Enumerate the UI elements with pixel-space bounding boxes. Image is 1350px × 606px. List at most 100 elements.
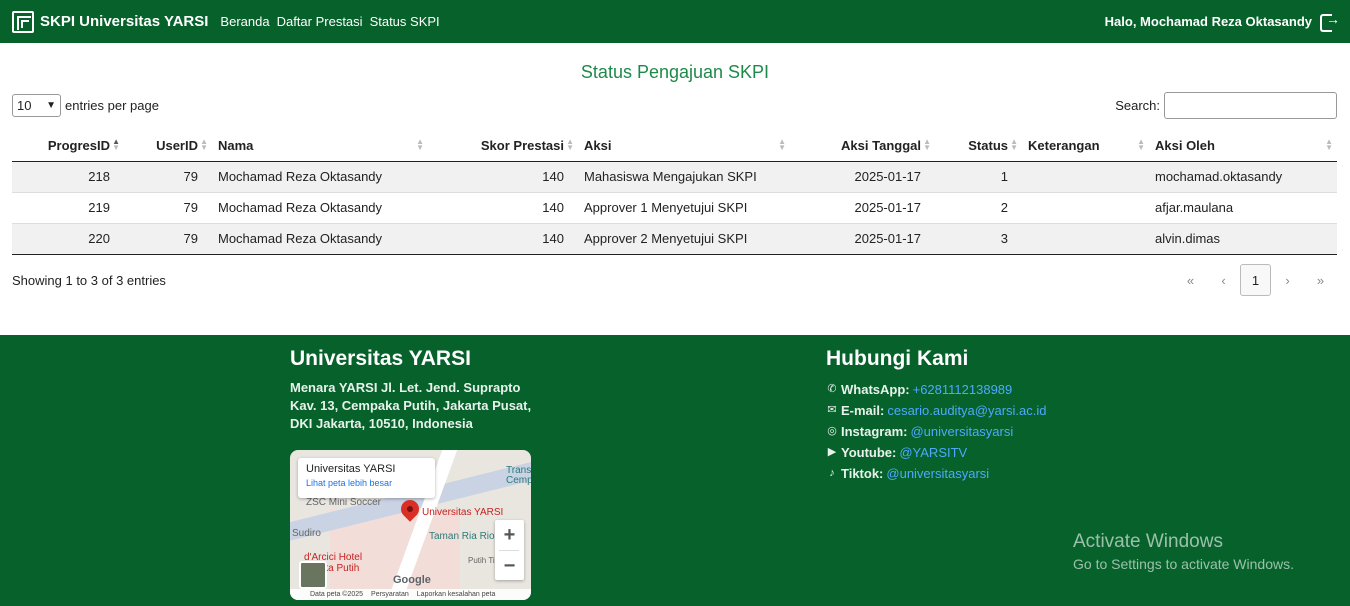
footer-university-title: Universitas YARSI <box>290 347 471 370</box>
chevron-down-icon: ▼ <box>46 100 56 111</box>
map-data-credit: Data peta ©2025 <box>310 591 364 598</box>
map-report-link[interactable]: Laporkan kesalahan peta <box>417 591 496 598</box>
map-label: Taman Ria Rio <box>429 531 495 542</box>
column-header-keterangan[interactable]: Keterangan ▲ ▼ <box>1022 130 1149 162</box>
next-page-button[interactable]: › <box>1271 264 1304 296</box>
table-row: 220 79 Mochamad Reza Oktasandy 140 Appro… <box>12 223 1337 255</box>
embedded-map[interactable]: ZSC Mini Soccer Taman Ria Rio d'Arcici H… <box>290 450 531 600</box>
nav-link-status-skpi[interactable]: Status SKPI <box>370 14 440 29</box>
map-label: Sudiro <box>292 528 321 539</box>
contact-email: ✉ E-mail: cesario.auditya@yarsi.ac.id <box>826 400 1046 421</box>
nav-links: Beranda Daftar Prestasi Status SKPI <box>220 14 439 29</box>
column-label: Aksi Tanggal <box>841 137 921 153</box>
search-label: Search: <box>1115 98 1160 113</box>
cell-nama: Mochamad Reza Oktasandy <box>212 161 428 193</box>
footer-about: Universitas YARSI Menara YARSI Jl. Let. … <box>290 347 540 433</box>
table-row: 218 79 Mochamad Reza Oktasandy 140 Mahas… <box>12 161 1337 193</box>
map-card-title: Universitas YARSI <box>306 463 396 475</box>
cell-aksi-oleh: alvin.dimas <box>1149 223 1337 255</box>
map-label: Cemp <box>506 475 531 486</box>
cell-userid: 79 <box>124 192 212 224</box>
satellite-toggle-icon[interactable] <box>299 561 327 589</box>
cell-status: 3 <box>935 223 1022 255</box>
column-label: UserID <box>156 137 198 153</box>
previous-page-button[interactable]: ‹ <box>1207 264 1240 296</box>
column-header-progresid[interactable]: ProgresID ▲ ▼ <box>12 130 124 162</box>
zoom-in-button[interactable]: + <box>495 520 524 550</box>
contact-label: WhatsApp: <box>841 382 910 397</box>
page-title: Status Pengajuan SKPI <box>580 62 770 82</box>
column-label: Keterangan <box>1028 137 1100 153</box>
navbar: SKPI Universitas YARSI Beranda Daftar Pr… <box>0 0 1350 43</box>
map-terms-link[interactable]: Persyaratan <box>371 591 409 598</box>
cell-status: 1 <box>935 161 1022 193</box>
youtube-link[interactable]: @YARSITV <box>899 442 967 463</box>
cell-aksi: Approver 1 Menyetujui SKPI <box>578 192 790 224</box>
nav-link-beranda[interactable]: Beranda <box>220 14 269 29</box>
footer-address: Menara YARSI Jl. Let. Jend. Suprapto Kav… <box>290 380 532 431</box>
entries-select-value: 10 <box>17 98 32 113</box>
column-label: ProgresID <box>47 137 110 153</box>
contact-whatsapp: ✆ WhatsApp: +6281112138989 <box>826 379 1047 400</box>
whatsapp-icon: ✆ <box>827 383 837 395</box>
column-header-aksi-oleh[interactable]: Aksi Oleh ▲ ▼ <box>1149 130 1337 162</box>
sort-icon: ▲ ▼ <box>778 137 786 152</box>
instagram-link[interactable]: @universitasyarsi <box>910 421 1013 442</box>
column-label: Nama <box>218 137 254 153</box>
cell-aksi-oleh: mochamad.oktasandy <box>1149 161 1337 193</box>
sort-icon: ▲ ▼ <box>1325 137 1333 152</box>
cell-keterangan <box>1022 223 1149 255</box>
cell-progresid: 220 <box>12 223 124 255</box>
tiktok-link[interactable]: @universitasyarsi <box>886 463 989 484</box>
column-header-aksi[interactable]: Aksi ▲ ▼ <box>578 130 790 162</box>
sort-icon: ▲ ▼ <box>200 137 208 152</box>
column-label: Status <box>968 137 1008 153</box>
whatsapp-link[interactable]: +6281112138989 <box>913 379 1013 400</box>
map-pin-label: Universitas YARSI <box>422 507 504 518</box>
youtube-icon: ▶ <box>827 446 837 458</box>
column-header-userid[interactable]: UserID ▲ ▼ <box>124 130 212 162</box>
search: Search: <box>1115 92 1337 119</box>
first-page-button[interactable]: « <box>1174 264 1207 296</box>
column-label: Aksi Oleh <box>1155 137 1215 153</box>
sort-icon: ▲ ▼ <box>1137 137 1145 152</box>
skpi-status-table: ProgresID ▲ ▼ UserID ▲ ▼ Nama ▲ ▼ Skor Prestas… <box>12 130 1337 255</box>
cell-aksi-tanggal: 2025-01-17 <box>790 161 935 193</box>
column-header-skor-prestasi[interactable]: Skor Prestasi ▲ ▼ <box>428 130 578 162</box>
page-1-button[interactable]: 1 <box>1240 264 1271 296</box>
watermark-line-2: Go to Settings to activate Windows. <box>1073 556 1294 572</box>
cell-status: 2 <box>935 192 1022 224</box>
sort-icon: ▲ ▼ <box>923 137 931 152</box>
cell-keterangan <box>1022 192 1149 224</box>
logout-icon[interactable] <box>1320 11 1340 32</box>
cell-progresid: 219 <box>12 192 124 224</box>
contact-title: Hubungi Kami <box>826 347 969 370</box>
zoom-out-button[interactable]: − <box>495 551 524 581</box>
brand[interactable]: SKPI Universitas YARSI <box>12 10 208 33</box>
column-header-nama[interactable]: Nama ▲ ▼ <box>212 130 428 162</box>
cell-aksi-tanggal: 2025-01-17 <box>790 223 935 255</box>
entries-per-page: 10 ▼ entries per page <box>12 94 159 117</box>
user-menu: Halo, Mochamad Reza Oktasandy <box>1104 11 1340 32</box>
table-row: 219 79 Mochamad Reza Oktasandy 140 Appro… <box>12 192 1337 224</box>
column-header-aksi-tanggal[interactable]: Aksi Tanggal ▲ ▼ <box>790 130 935 162</box>
footer-contact: Hubungi Kami ✆ WhatsApp: +6281112138989 … <box>826 347 1047 484</box>
cell-userid: 79 <box>124 223 212 255</box>
view-larger-map-link[interactable]: Lihat peta lebih besar <box>306 478 427 488</box>
last-page-button[interactable]: » <box>1304 264 1337 296</box>
map-info-card: Universitas YARSI Lihat peta lebih besar <box>298 458 435 498</box>
instagram-icon: ◎ <box>827 425 837 437</box>
entries-select[interactable]: 10 ▼ <box>12 94 61 117</box>
cell-skor-prestasi: 140 <box>428 161 578 193</box>
contact-youtube: ▶ Youtube: @YARSITV <box>826 442 1047 463</box>
cell-keterangan <box>1022 161 1149 193</box>
nav-link-daftar-prestasi[interactable]: Daftar Prestasi <box>277 14 363 29</box>
search-input[interactable] <box>1164 92 1337 119</box>
watermark-line-1: Activate Windows <box>1073 531 1223 552</box>
email-link[interactable]: cesario.auditya@yarsi.ac.id <box>887 400 1046 421</box>
cell-aksi-oleh: afjar.maulana <box>1149 192 1337 224</box>
user-greeting: Halo, Mochamad Reza Oktasandy <box>1104 14 1312 29</box>
cell-skor-prestasi: 140 <box>428 192 578 224</box>
column-header-status[interactable]: Status ▲ ▼ <box>935 130 1022 162</box>
contact-label: Youtube: <box>841 445 897 460</box>
